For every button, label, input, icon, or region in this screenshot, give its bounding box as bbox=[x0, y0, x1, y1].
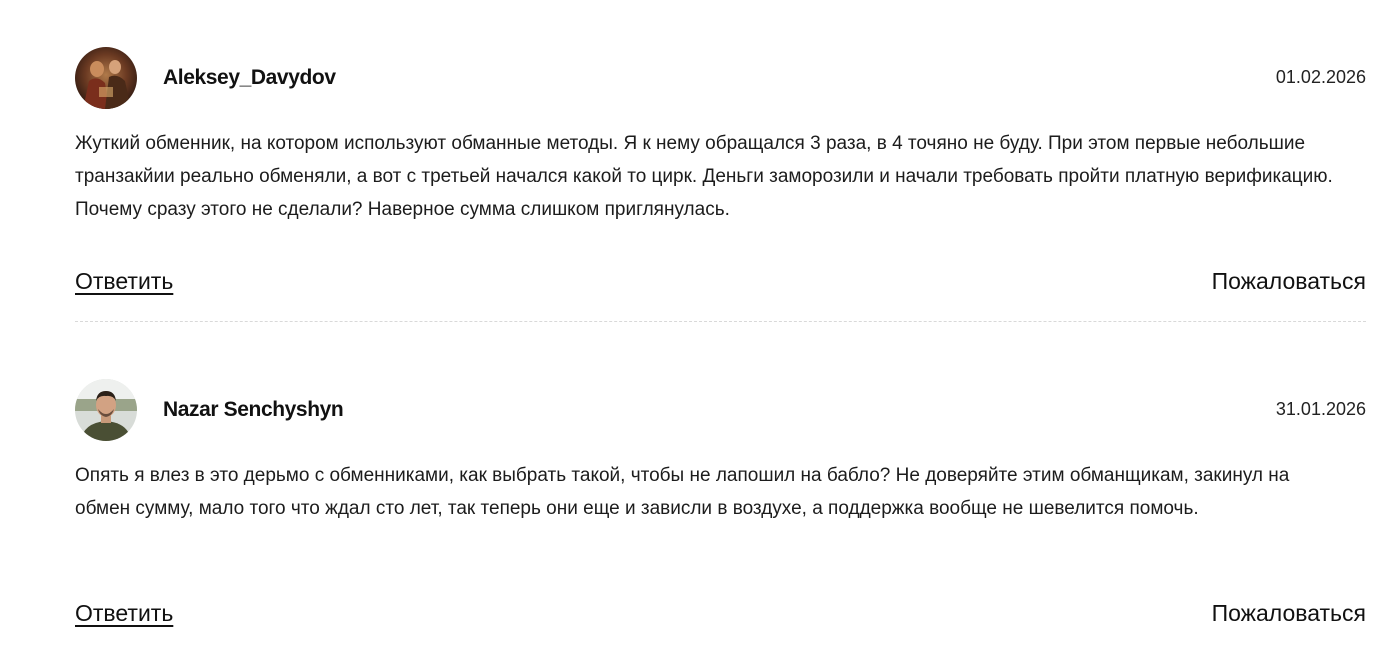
comment-item: Nazar Senchyshyn 31.01.2026 Опять я влез… bbox=[75, 379, 1366, 626]
comment-text: Опять я влез в это дерьмо с обменниками,… bbox=[75, 465, 1290, 519]
reply-link[interactable]: Ответить bbox=[75, 268, 173, 295]
painting-avatar-icon bbox=[75, 47, 137, 109]
comment-date: 31.01.2026 bbox=[1275, 399, 1366, 419]
person-photo-avatar-icon bbox=[75, 379, 137, 441]
comment-text: Жуткий обменник, на котором используют о… bbox=[75, 133, 1333, 220]
comment-actions: Ответить Пожаловаться bbox=[75, 268, 1366, 298]
reply-link[interactable]: Ответить bbox=[75, 600, 173, 627]
comment-divider bbox=[75, 321, 1366, 322]
comment-header: Nazar Senchyshyn 31.01.2026 bbox=[75, 379, 1366, 443]
report-link[interactable]: Пожаловаться bbox=[1212, 600, 1366, 627]
report-link[interactable]: Пожаловаться bbox=[1212, 268, 1366, 295]
comment-header: Aleksey_Davydov 01.02.2026 bbox=[75, 47, 1366, 111]
user-avatar bbox=[75, 47, 137, 109]
comment-author: Aleksey_Davydov bbox=[163, 66, 336, 89]
comment-date: 01.02.2026 bbox=[1275, 67, 1366, 87]
comment-item: Aleksey_Davydov 01.02.2026 Жуткий обменн… bbox=[75, 47, 1366, 294]
comment-author: Nazar Senchyshyn bbox=[163, 398, 344, 421]
comment-actions: Ответить Пожаловаться bbox=[75, 600, 1366, 630]
user-avatar bbox=[75, 379, 137, 441]
